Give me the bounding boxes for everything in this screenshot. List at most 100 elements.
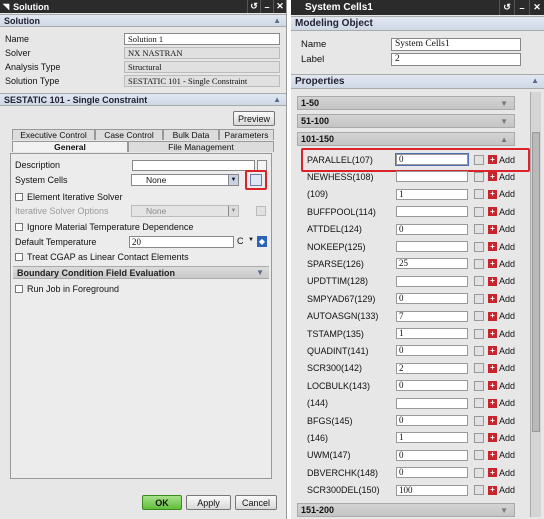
solution-section-header[interactable]: Solution ▲ (0, 14, 286, 27)
run-job-checkbox[interactable] (15, 285, 23, 293)
edit-description-icon[interactable] (257, 159, 267, 171)
add-button[interactable]: + Add (488, 433, 515, 443)
browse-icon[interactable] (474, 154, 484, 165)
browse-icon[interactable] (474, 415, 484, 426)
create-modeling-object-icon[interactable] (250, 174, 262, 186)
add-button[interactable]: + Add (488, 311, 515, 321)
add-button[interactable]: + Add (488, 276, 515, 286)
close-icon[interactable]: ✕ (529, 0, 544, 15)
reset-icon[interactable]: ↺ (499, 0, 514, 15)
group-51-100[interactable]: 51-100 ▼ (297, 114, 515, 128)
modeling-object-section[interactable]: Modeling Object (291, 16, 544, 31)
add-button[interactable]: + Add (488, 363, 515, 373)
add-button[interactable]: + Add (488, 485, 515, 495)
add-button[interactable]: + Add (488, 189, 515, 199)
property-value-field[interactable] (396, 275, 468, 287)
preview-button[interactable]: Preview (233, 111, 275, 126)
tab-case-control[interactable]: Case Control (95, 129, 163, 140)
expression-icon[interactable]: ◆ (257, 236, 267, 247)
treat-cgap-checkbox[interactable] (15, 253, 23, 261)
boundary-condition-section[interactable]: Boundary Condition Field Evaluation ▼ (13, 266, 269, 279)
property-value-field[interactable]: 0 (396, 345, 468, 357)
add-button[interactable]: + Add (488, 398, 515, 408)
property-value-field[interactable]: 0 (396, 380, 468, 392)
default-temp-field[interactable]: 20 (129, 236, 234, 248)
name-field[interactable]: Solution 1 (124, 33, 280, 45)
minimize-icon[interactable]: – (514, 0, 529, 15)
ok-button[interactable]: OK (142, 495, 182, 510)
add-button[interactable]: + Add (488, 259, 515, 269)
add-button[interactable]: + Add (488, 207, 515, 217)
property-value-field[interactable]: 0 (396, 415, 468, 426)
tab-general[interactable]: General (12, 141, 128, 152)
property-value-field[interactable]: 1 (396, 188, 468, 200)
tab-bulk-data[interactable]: Bulk Data (163, 129, 219, 140)
browse-icon[interactable] (474, 206, 484, 217)
add-button[interactable]: + Add (488, 450, 515, 460)
browse-icon[interactable] (474, 398, 484, 409)
browse-icon[interactable] (474, 171, 484, 182)
properties-scrollbar[interactable] (530, 92, 541, 517)
browse-icon[interactable] (474, 380, 484, 391)
property-value-field[interactable]: 0 (396, 467, 468, 479)
property-value-field[interactable]: 1 (396, 328, 468, 339)
property-value-field[interactable]: 0 (396, 293, 468, 305)
cancel-button[interactable]: Cancel (235, 495, 277, 510)
tab-file-management[interactable]: File Management (128, 141, 274, 152)
property-value-field[interactable] (396, 397, 468, 409)
add-button[interactable]: + Add (488, 381, 515, 391)
dialog-menu-icon[interactable]: ◥ (3, 2, 9, 11)
element-iterative-checkbox[interactable] (15, 193, 23, 201)
browse-icon[interactable] (474, 467, 484, 478)
browse-icon[interactable] (474, 241, 484, 252)
unit-dropdown-icon[interactable]: ▼ (248, 237, 254, 246)
sestatic-section-header[interactable]: SESTATIC 101 - Single Constraint ▲ (0, 93, 286, 106)
label-field[interactable]: 2 (391, 53, 521, 66)
description-field[interactable] (132, 159, 256, 171)
tab-parameters[interactable]: Parameters (219, 129, 274, 140)
scrollbar-thumb[interactable] (532, 132, 540, 432)
add-button[interactable]: + Add (488, 172, 515, 182)
browse-icon[interactable] (474, 432, 484, 443)
browse-icon[interactable] (474, 311, 484, 322)
system-cells-select[interactable]: None ▼ (131, 174, 239, 186)
default-temp-unit[interactable]: C (237, 236, 244, 246)
group-101-150[interactable]: 101-150 ▲ (297, 132, 515, 146)
property-value-field[interactable] (396, 206, 468, 218)
browse-icon[interactable] (474, 189, 484, 200)
property-value-field[interactable]: 1 (396, 432, 468, 444)
add-button[interactable]: + Add (488, 155, 515, 165)
ignore-material-checkbox[interactable] (15, 223, 23, 231)
object-name-field[interactable]: System Cells1 (391, 38, 521, 51)
add-button[interactable]: + Add (488, 416, 515, 426)
browse-icon[interactable] (474, 328, 484, 339)
group-1-50[interactable]: 1-50 ▼ (297, 96, 515, 110)
browse-icon[interactable] (474, 276, 484, 287)
add-button[interactable]: + Add (488, 346, 515, 356)
tab-executive-control[interactable]: Executive Control (12, 129, 95, 140)
apply-button[interactable]: Apply (186, 495, 231, 510)
property-value-field[interactable]: 25 (396, 258, 468, 270)
add-button[interactable]: + Add (488, 294, 515, 304)
add-button[interactable]: + Add (488, 468, 515, 478)
add-button[interactable]: + Add (488, 242, 515, 252)
property-value-field[interactable]: 100 (396, 484, 468, 496)
browse-icon[interactable] (474, 293, 484, 304)
iterative-options-select[interactable]: None ▼ (131, 205, 239, 217)
group-151-200[interactable]: 151-200 ▼ (297, 503, 515, 517)
properties-section[interactable]: Properties ▲ (291, 74, 544, 89)
close-icon[interactable]: ✕ (273, 0, 286, 13)
minimize-icon[interactable]: – (260, 0, 273, 13)
browse-icon[interactable] (474, 450, 484, 461)
property-value-field[interactable]: 7 (396, 310, 468, 322)
browse-icon[interactable] (474, 485, 484, 496)
browse-icon[interactable] (474, 363, 484, 374)
reset-icon[interactable]: ↺ (247, 0, 260, 13)
add-button[interactable]: + Add (488, 224, 515, 234)
property-value-field[interactable]: 0 (396, 449, 468, 461)
property-value-field[interactable]: 0 (395, 153, 469, 166)
browse-icon[interactable] (474, 258, 484, 269)
property-value-field[interactable] (396, 241, 468, 252)
browse-icon[interactable] (474, 345, 484, 356)
browse-icon[interactable] (474, 224, 484, 235)
